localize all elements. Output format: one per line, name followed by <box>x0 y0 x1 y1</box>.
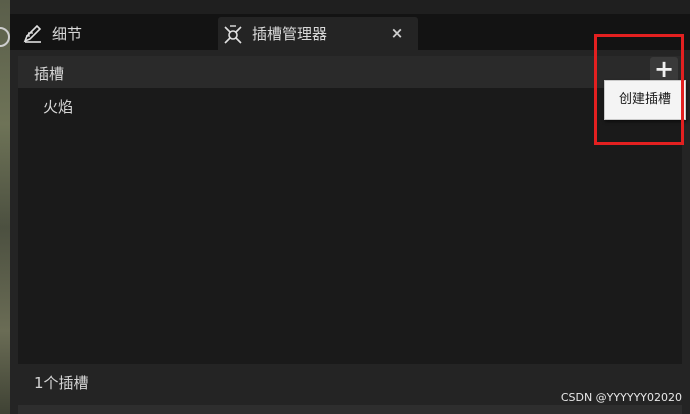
socket-manager-panel: 插槽 + 火焰 1个插槽 <box>10 50 690 414</box>
circle-icon <box>0 27 10 47</box>
tab-socket-manager-label: 插槽管理器 <box>252 25 328 43</box>
socket-list: 火焰 <box>18 88 682 364</box>
panel-bottom-edge <box>18 405 682 414</box>
top-bar <box>10 0 690 15</box>
socket-count: 1个插槽 <box>34 374 89 392</box>
panel-title: 插槽 <box>34 65 65 83</box>
highlight-box <box>594 34 684 145</box>
viewport-edge <box>0 0 10 414</box>
tab-details-label: 细节 <box>52 25 83 43</box>
tab-strip: 细节 插槽管理器 × <box>10 14 690 50</box>
list-item[interactable]: 火焰 <box>43 96 73 117</box>
tab-details[interactable]: 细节 <box>18 17 208 50</box>
watermark: CSDN @YYYYYY02020 <box>560 391 682 404</box>
panel-header: 插槽 <box>18 56 682 88</box>
close-icon[interactable]: × <box>388 24 406 42</box>
tab-socket-manager[interactable]: 插槽管理器 × <box>218 17 418 50</box>
pencil-icon <box>22 23 44 45</box>
socket-manager-icon <box>222 23 244 45</box>
